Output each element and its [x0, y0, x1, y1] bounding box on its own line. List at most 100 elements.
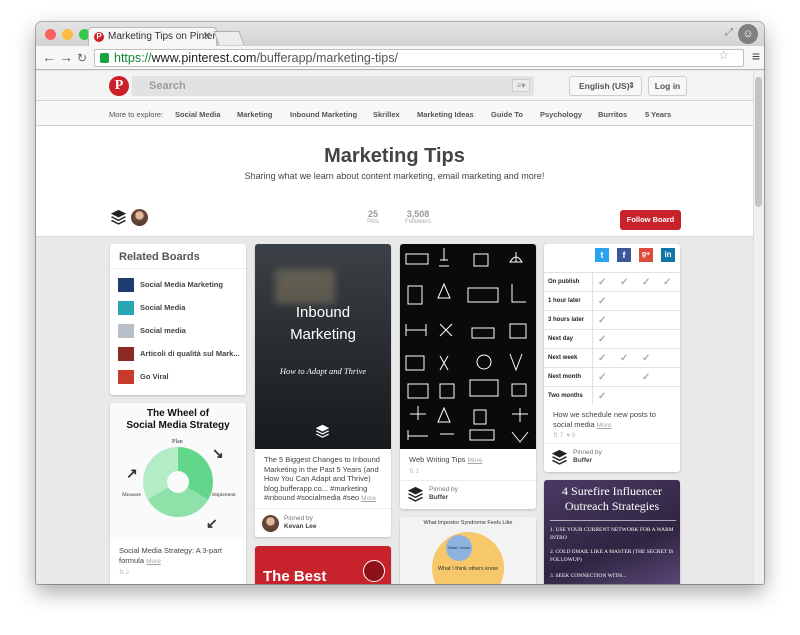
explore-link-skrillex[interactable]: Skrillex: [373, 110, 400, 119]
buffer-logo-icon[interactable]: [110, 209, 127, 226]
menu-icon[interactable]: ≡: [752, 48, 760, 64]
explore-link-marketing-ideas[interactable]: Marketing Ideas: [417, 110, 474, 119]
explore-link-social-media[interactable]: Social Media: [175, 110, 220, 119]
related-board-item[interactable]: Social Media: [118, 301, 185, 319]
wheel-plan-label: Plan: [172, 439, 183, 445]
more-link[interactable]: More: [361, 495, 376, 502]
writing-pin-card[interactable]: Web Writing Tips More ⇅ 1 Pinned by Buff…: [400, 244, 536, 509]
explore-link-guide-to[interactable]: Guide To: [491, 110, 523, 119]
back-icon[interactable]: ←: [42, 49, 56, 65]
wheel-title: The Wheel of Social Media Strategy: [110, 408, 246, 432]
url-path: /bufferapp/marketing-tips/: [256, 51, 398, 65]
login-button[interactable]: Log in: [648, 76, 687, 96]
url-scheme: https://: [114, 51, 152, 65]
explore-link-marketing[interactable]: Marketing: [237, 110, 272, 119]
explore-link-inbound-marketing[interactable]: Inbound Marketing: [290, 110, 357, 119]
follow-board-button[interactable]: Follow Board: [620, 210, 681, 230]
schedule-row: Next day ✓: [544, 329, 680, 348]
influencer-pin-card[interactable]: 4 Surefire Influencer Outreach Strategie…: [544, 480, 680, 584]
select-arrows-icon: ⇕: [628, 81, 635, 90]
related-board-item[interactable]: Social Media Marketing: [118, 278, 223, 296]
writing-caption-text: Web Writing Tips: [409, 455, 466, 464]
followers-label: Followers: [405, 219, 431, 225]
pinterest-logo[interactable]: P: [109, 76, 129, 96]
wheel-caption-text: Social Media Strategy: A 3-part formula: [119, 546, 222, 565]
impostor-pin-card[interactable]: What Impostor Syndrome Feels Like What I…: [400, 517, 536, 584]
explore-link-psychology[interactable]: Psychology: [540, 110, 582, 119]
schedule-row-label: 3 hours later: [548, 317, 585, 323]
scrollbar-thumb[interactable]: [755, 77, 762, 207]
check-icon: ✓: [598, 353, 607, 364]
schedule-row: Next week ✓ ✓ ✓: [544, 348, 680, 367]
pinned-by-label: Pinned by: [429, 486, 458, 493]
explore-link-burritos[interactable]: Burritos: [598, 110, 627, 119]
divider: [544, 443, 680, 444]
schedule-row: Next month ✓ ✓: [544, 367, 680, 386]
related-board-item[interactable]: Articoli di qualità sul Mark...: [118, 347, 240, 365]
furniture-pattern-image[interactable]: [400, 244, 536, 449]
others-know-label: What I think others know: [437, 566, 499, 572]
check-icon: ✓: [598, 334, 607, 345]
pinner-info[interactable]: Pinned by Kevan Lee: [262, 515, 317, 532]
forward-icon[interactable]: →: [59, 49, 73, 65]
best-pin-card[interactable]: The Best: [255, 546, 391, 584]
bookmark-star-icon[interactable]: ☆: [718, 48, 729, 62]
scrollbar[interactable]: [753, 71, 764, 584]
related-boards-title: Related Boards: [119, 251, 200, 263]
followers-stat[interactable]: 3,508 Followers: [400, 209, 436, 225]
explore-link-5-years[interactable]: 5 Years: [645, 110, 671, 119]
search-filter-icon[interactable]: ≡▾: [512, 79, 530, 92]
pinner-info[interactable]: Pinned by Buffer: [551, 449, 602, 465]
new-tab-button[interactable]: [213, 31, 245, 45]
more-link[interactable]: More: [468, 457, 483, 464]
inbound-caption: The 5 Biggest Changes to Inbound Marketi…: [264, 455, 385, 504]
collaborator-avatar[interactable]: [131, 209, 148, 226]
inbound-pin-card[interactable]: Inbound Marketing How to Adapt and Thriv…: [255, 244, 391, 537]
minimize-window-button[interactable]: [62, 29, 73, 40]
twitter-icon: t: [595, 248, 609, 262]
buffer-logo-icon: [551, 449, 568, 465]
repin-count-value: 7: [559, 433, 564, 439]
wheel-caption: Social Media Strategy: A 3-part formula …: [119, 546, 239, 566]
pin-stats: ⇅ 7 ♥ 3: [553, 433, 575, 439]
board-header: Marketing Tips Sharing what we learn abo…: [36, 126, 753, 237]
pinner-name: Buffer: [573, 457, 593, 464]
search-input[interactable]: Search ≡▾: [132, 76, 534, 96]
fullscreen-icon[interactable]: ⤢: [725, 27, 733, 38]
wheel-measure-label: Measure: [122, 492, 141, 498]
wheel-pin-card[interactable]: The Wheel of Social Media Strategy Plan …: [110, 403, 246, 584]
schedule-pin-image[interactable]: t f g+ in On publish ✓ ✓ ✓ ✓ 1 hour later ✓…: [544, 244, 680, 405]
wheel-title-line2: Social Media Strategy: [126, 420, 230, 431]
reload-icon[interactable]: ↻: [77, 51, 87, 65]
browser-toolbar: ← → ↻ https://www.pinterest.com/bufferap…: [36, 46, 764, 70]
repin-count-value: 1: [415, 469, 420, 475]
arrow-down-left-icon: ↙: [206, 515, 218, 531]
more-link[interactable]: More: [597, 422, 612, 429]
address-bar[interactable]: https://www.pinterest.com/bufferapp/mark…: [94, 49, 744, 67]
more-link[interactable]: More: [146, 558, 161, 565]
pinned-by-label: Pinned by: [284, 515, 313, 522]
check-icon: ✓: [642, 353, 651, 364]
profile-icon[interactable]: ☺: [738, 24, 758, 44]
pins-stat[interactable]: 25 Pins: [363, 209, 383, 225]
url-host: www.pinterest.com: [151, 51, 257, 65]
wheel-implement-label: Implement: [212, 492, 236, 498]
close-window-button[interactable]: [45, 29, 56, 40]
impostor-title: What Impostor Syndrome Feels Like: [423, 520, 513, 526]
schedule-pin-card[interactable]: t f g+ in On publish ✓ ✓ ✓ ✓ 1 hour later ✓…: [544, 244, 680, 472]
explore-label: More to explore:: [109, 110, 164, 119]
strategy-wheel: [143, 447, 213, 517]
language-select[interactable]: English (US) ⇕: [569, 76, 642, 96]
browser-tab[interactable]: P Marketing Tips on Pinterest ✕: [88, 27, 217, 46]
close-tab-icon[interactable]: ✕: [203, 28, 211, 46]
pinner-info[interactable]: Pinned by Buffer: [407, 486, 458, 502]
related-board-item[interactable]: Go Viral: [118, 370, 169, 388]
check-icon: ✓: [620, 353, 629, 364]
inbound-line1: Inbound: [295, 304, 351, 321]
repin-count: ⇅ 1: [409, 469, 420, 475]
influencer-step2: 2. Cold email like a master (the secret …: [550, 549, 674, 563]
inbound-pin-image[interactable]: Inbound Marketing How to Adapt and Thriv…: [255, 244, 391, 449]
wheel-pin-image[interactable]: The Wheel of Social Media Strategy Plan …: [110, 403, 246, 539]
pinner-avatar: [262, 515, 279, 532]
related-board-item[interactable]: Social media: [118, 324, 186, 342]
